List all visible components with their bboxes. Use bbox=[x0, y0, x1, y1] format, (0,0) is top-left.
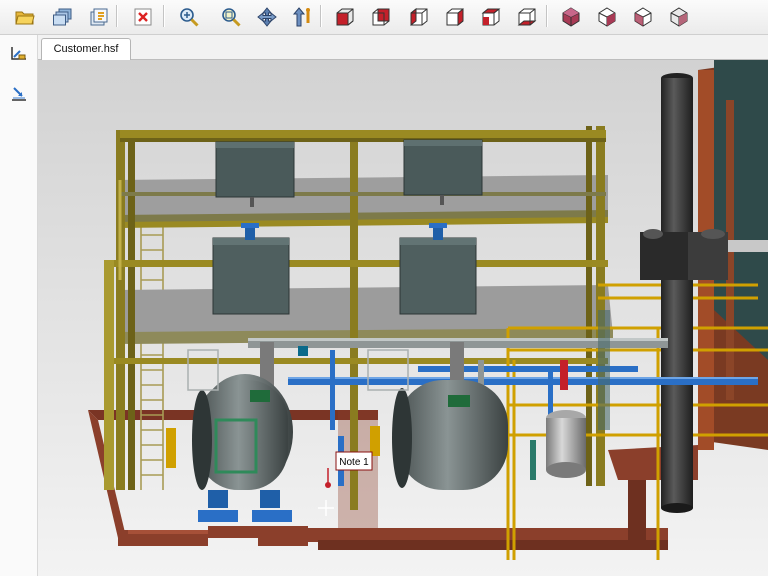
view-top-icon[interactable] bbox=[478, 4, 504, 30]
upper-tank-left bbox=[215, 141, 295, 207]
hidden-line-mode-icon[interactable] bbox=[594, 4, 620, 30]
view-bottom-icon[interactable] bbox=[514, 4, 540, 30]
view-right-icon[interactable] bbox=[442, 4, 468, 30]
shaded-mode-icon[interactable] bbox=[558, 4, 584, 30]
document-tab-bar: Customer.hsf bbox=[38, 35, 768, 60]
middle-deck bbox=[120, 285, 613, 344]
section-tool-icon[interactable] bbox=[8, 83, 30, 105]
rotate-icon[interactable] bbox=[290, 4, 316, 30]
upper-tank-right bbox=[403, 139, 483, 205]
close-file-icon[interactable] bbox=[130, 4, 156, 30]
plant-3d-model[interactable]: Note 1 bbox=[38, 60, 768, 576]
model-viewport[interactable]: Note 1 bbox=[38, 60, 768, 576]
tab-customer-hsf[interactable]: Customer.hsf bbox=[41, 38, 131, 60]
wireframe-mode-icon[interactable] bbox=[630, 4, 656, 30]
view-left-icon[interactable] bbox=[406, 4, 432, 30]
zoom-fit-icon[interactable] bbox=[176, 4, 202, 30]
upper-deck bbox=[120, 175, 608, 228]
view-front-icon[interactable] bbox=[332, 4, 358, 30]
properties-icon[interactable] bbox=[86, 4, 112, 30]
annotation-note-label: Note 1 bbox=[339, 457, 369, 468]
main-toolbar bbox=[0, 0, 768, 35]
shaded-edges-mode-icon[interactable] bbox=[666, 4, 692, 30]
open-multiple-icon[interactable] bbox=[50, 4, 76, 30]
open-folder-icon[interactable] bbox=[12, 4, 38, 30]
zoom-window-icon[interactable] bbox=[218, 4, 244, 30]
pan-icon[interactable] bbox=[254, 4, 280, 30]
tool-sidebar bbox=[0, 35, 38, 576]
measure-tool-icon[interactable] bbox=[8, 43, 30, 65]
view-back-icon[interactable] bbox=[368, 4, 394, 30]
